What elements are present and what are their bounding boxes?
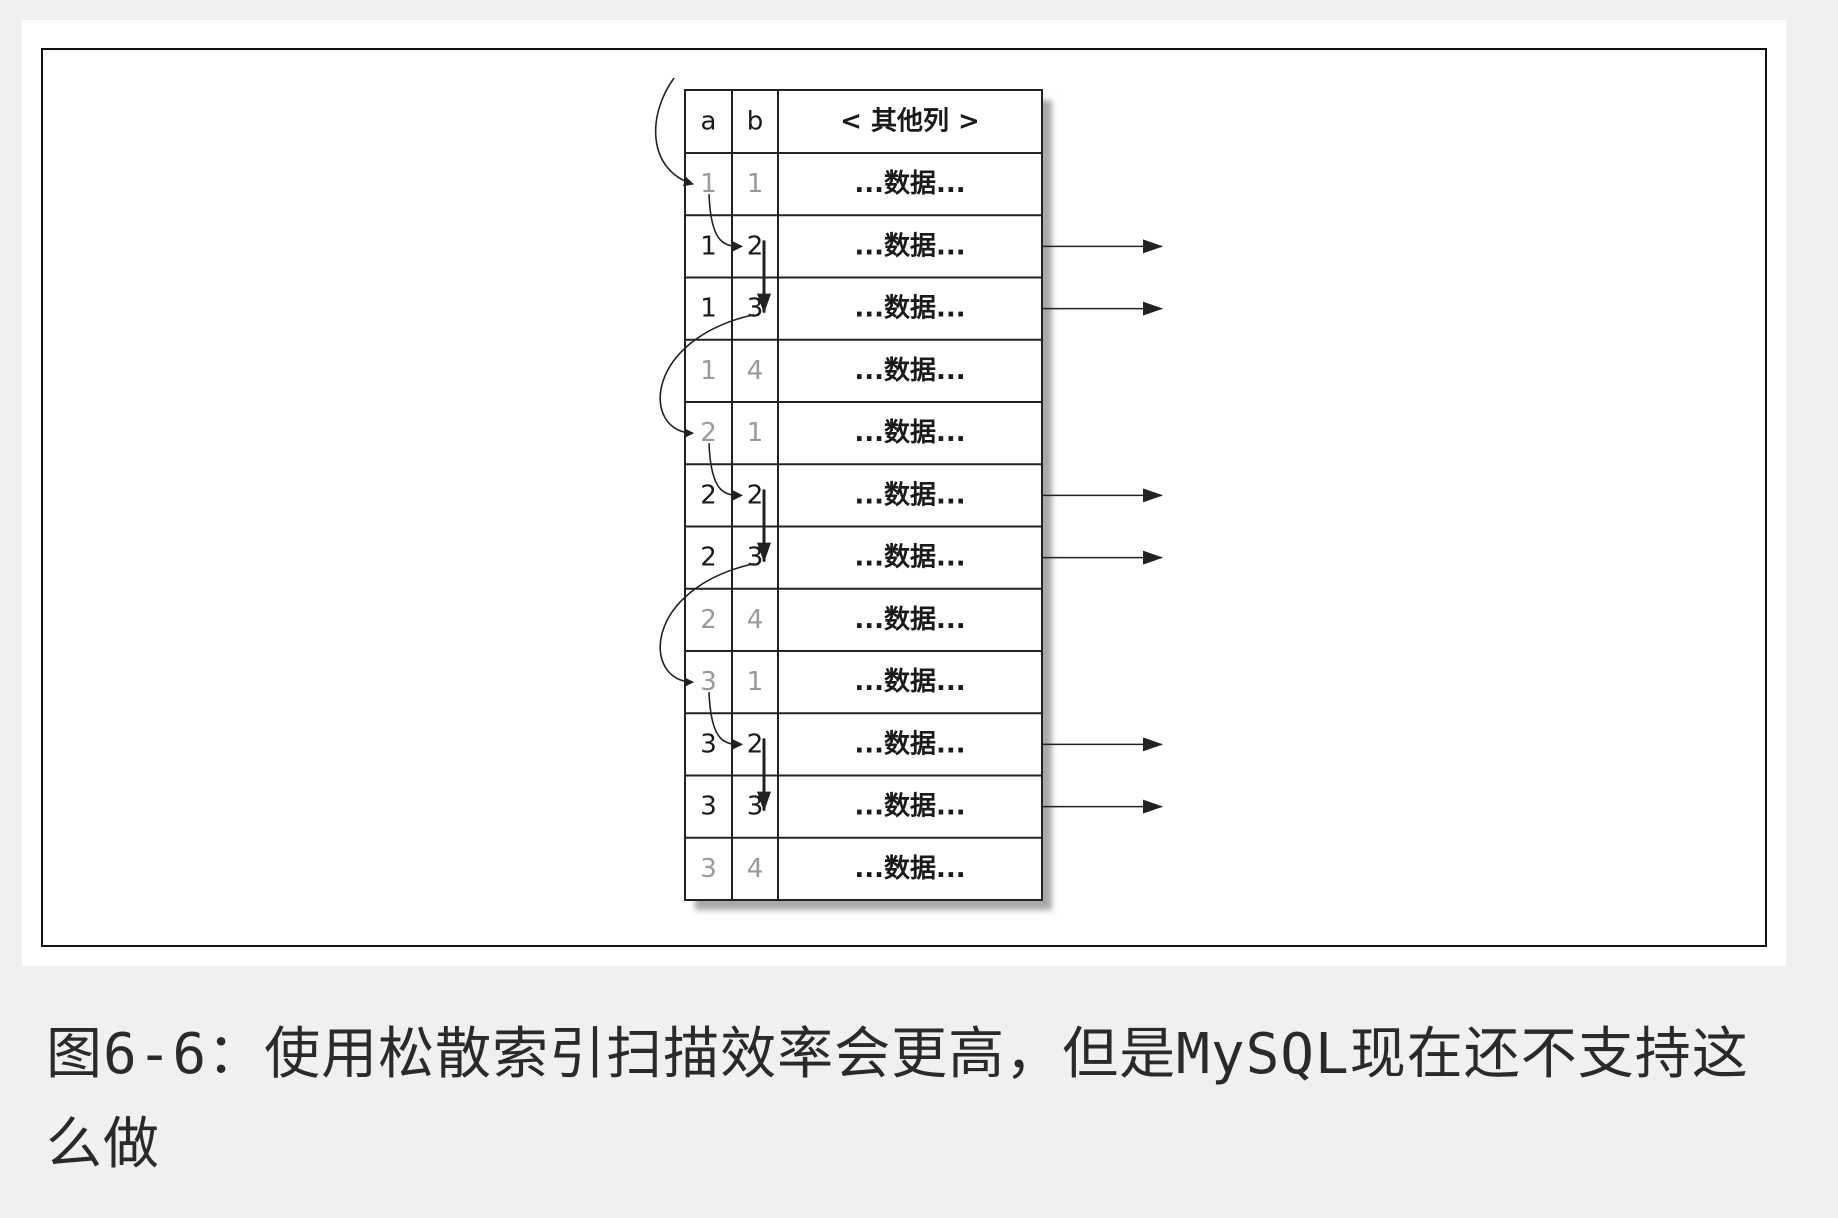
cell-b: 3 (747, 792, 764, 822)
cell-a: 2 (700, 605, 717, 635)
cell-b: 3 (747, 294, 764, 324)
cell-data: ...数据... (854, 231, 965, 261)
cell-data: ...数据... (854, 169, 965, 199)
cell-data: ...数据... (854, 294, 965, 324)
cell-a: 2 (700, 480, 717, 510)
cell-data: ...数据... (854, 854, 965, 884)
cell-a: 3 (700, 854, 717, 884)
figure-caption: 图6-6：使用松散索引扫描效率会更高，但是MySQL现在还不支持这 么做 (46, 1010, 1806, 1190)
loose-index-scan-diagram: a b < 其他列 >1 1 ...数据...1 2 ...数据...1 3 ...数据...1… (41, 48, 1767, 947)
cell-b: 2 (747, 480, 764, 510)
output-arrows (1042, 239, 1163, 814)
cell-a: 1 (700, 294, 717, 324)
cell-b: 4 (747, 356, 764, 386)
cell-b: 2 (747, 729, 764, 759)
cell-data: ...数据... (854, 667, 965, 697)
caption-line-2: 么做 (46, 1112, 160, 1177)
index-table: a b < 其他列 >1 1 ...数据...1 2 ...数据...1 3 ...数据...1… (684, 89, 1052, 910)
cell-data: ...数据... (854, 543, 965, 573)
cell-a: 3 (700, 729, 717, 759)
cell-b: 1 (747, 418, 764, 448)
cell-data: ...数据... (854, 418, 965, 448)
cell-b: 3 (747, 543, 764, 573)
cell-data: ...数据... (854, 792, 965, 822)
cell-a: 1 (700, 356, 717, 386)
cell-b: 1 (747, 169, 764, 199)
cell-b: 1 (747, 667, 764, 697)
header-other-columns: < 其他列 > (840, 107, 980, 137)
figure-panel: a b < 其他列 >1 1 ...数据... 1 2 ...数据... 1 3 ...数据... 1… (22, 20, 1786, 966)
cell-a: 3 (700, 792, 717, 822)
header-b: b (747, 107, 764, 137)
cell-data: ...数据... (854, 480, 965, 510)
cell-data: ...数据... (854, 729, 965, 759)
cell-b: 4 (747, 854, 764, 884)
header-a: a (701, 107, 717, 137)
cell-data: ...数据... (854, 605, 965, 635)
cell-b: 2 (747, 231, 764, 261)
cell-a: 1 (700, 231, 717, 261)
caption-line-1: 图6-6：使用松散索引扫描效率会更高，但是MySQL现在还不支持这 (46, 1022, 1749, 1087)
cell-b: 4 (747, 605, 764, 635)
cell-a: 2 (700, 543, 717, 573)
cell-data: ...数据... (854, 356, 965, 386)
